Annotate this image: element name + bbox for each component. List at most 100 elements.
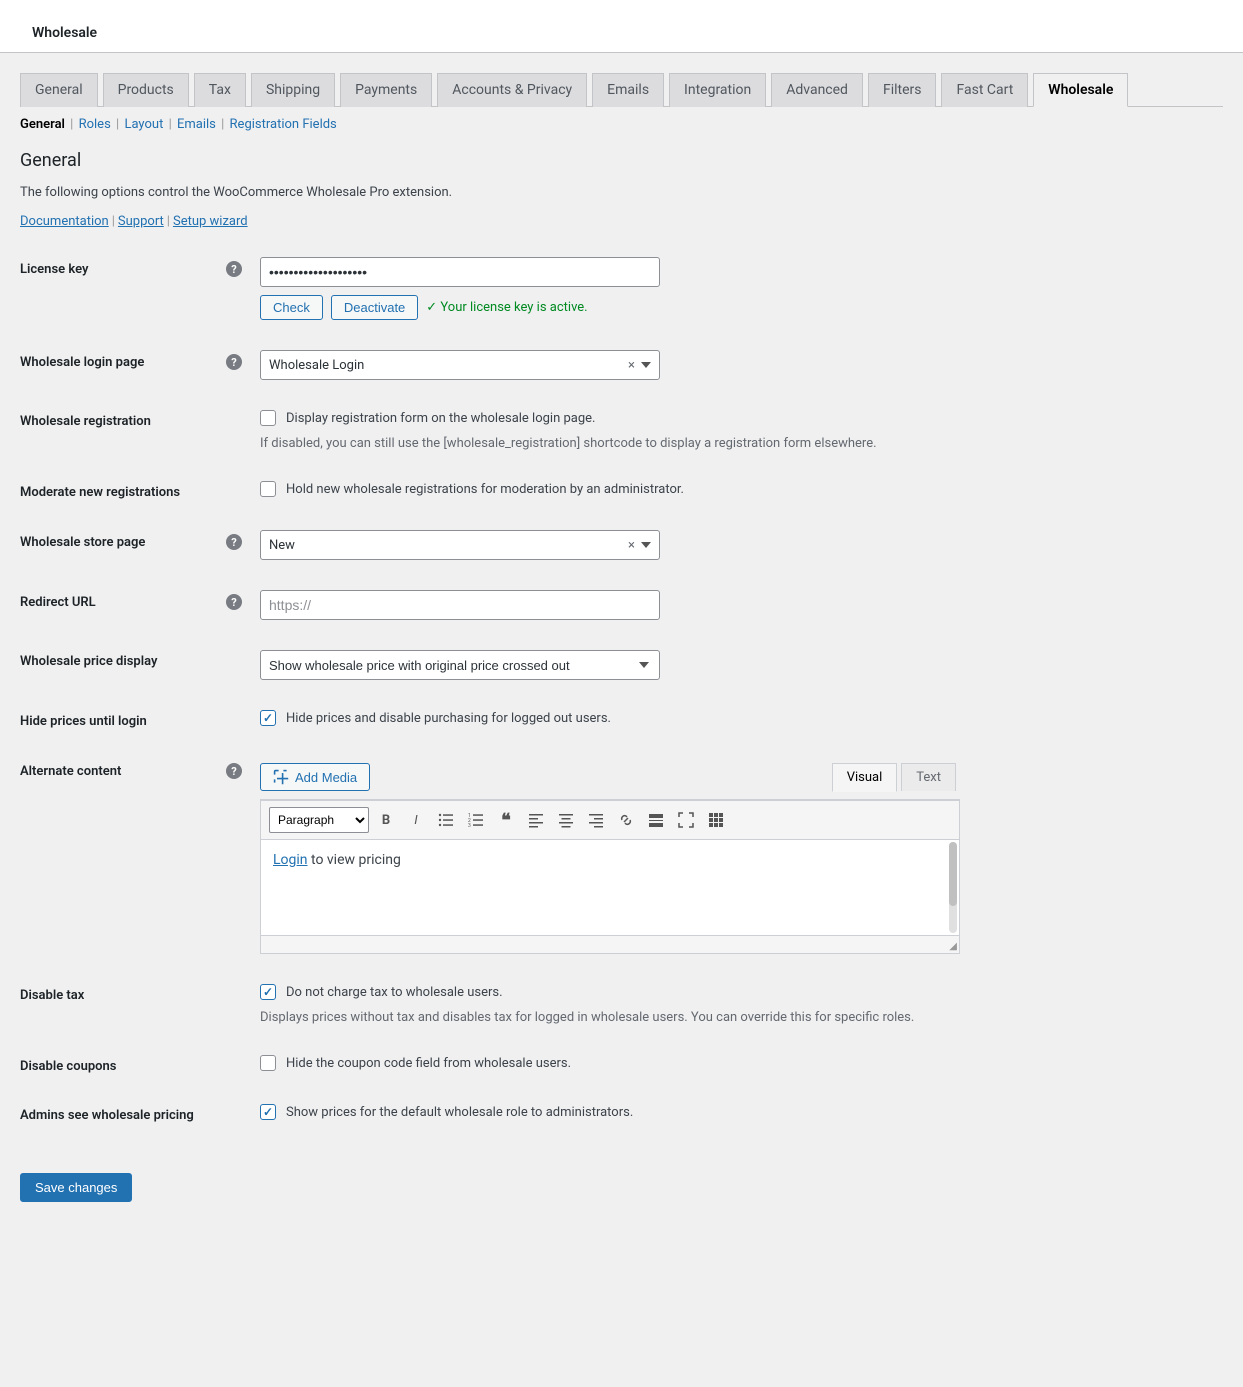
row-disable-coupons: Disable coupons Hide the coupon code fie… (20, 1055, 1223, 1074)
label-registration: Wholesale registration (20, 414, 151, 429)
select-price-display[interactable]: Show wholesale price with original price… (260, 650, 660, 680)
save-button[interactable]: Save changes (20, 1173, 132, 1202)
link-setup-wizard[interactable]: Setup wizard (173, 214, 248, 229)
resize-handle-icon[interactable]: ◢ (949, 942, 957, 952)
link-support[interactable]: Support (118, 214, 164, 229)
label-store-page: Wholesale store page (20, 535, 145, 550)
rich-text-editor: Paragraph B I 123 ❝ Login to view pricin… (260, 799, 960, 954)
italic-icon[interactable]: I (403, 807, 429, 833)
align-right-icon[interactable] (583, 807, 609, 833)
editor-footer: ◢ (261, 935, 959, 953)
input-license-key[interactable] (260, 257, 660, 287)
checkbox-moderate[interactable] (260, 481, 276, 497)
select-store-page[interactable]: New × (260, 530, 660, 560)
row-disable-tax: Disable tax Do not charge tax to wholesa… (20, 984, 1223, 1025)
checkbox-admins-see-label: Show prices for the default wholesale ro… (286, 1105, 633, 1120)
select-login-page[interactable]: Wholesale Login × (260, 350, 660, 380)
checkbox-registration[interactable] (260, 410, 276, 426)
page-title: Wholesale (32, 25, 1211, 41)
label-redirect-url: Redirect URL (20, 595, 96, 610)
tab-filters[interactable]: Filters (868, 73, 937, 107)
subnav-roles[interactable]: Roles (79, 117, 111, 132)
checkbox-disable-tax[interactable] (260, 984, 276, 1000)
editor-tab-text[interactable]: Text (901, 763, 956, 791)
align-center-icon[interactable] (553, 807, 579, 833)
clear-icon[interactable]: × (628, 538, 635, 553)
scrollbar[interactable] (949, 842, 957, 933)
button-deactivate[interactable]: Deactivate (331, 295, 418, 320)
label-hide-prices: Hide prices until login (20, 714, 147, 729)
add-media-label: Add Media (295, 770, 357, 785)
editor-content[interactable]: Login to view pricing (261, 840, 959, 935)
help-icon[interactable]: ? (226, 354, 242, 370)
chevron-down-icon (641, 362, 651, 368)
tab-accounts-privacy[interactable]: Accounts & Privacy (437, 73, 587, 107)
bold-icon[interactable]: B (373, 807, 399, 833)
row-login-page: Wholesale login page ? Wholesale Login × (20, 350, 1223, 380)
input-redirect-url[interactable] (260, 590, 660, 620)
label-login-page: Wholesale login page (20, 355, 144, 370)
editor-toolbar: Paragraph B I 123 ❝ (261, 800, 959, 840)
subnav-registration-fields[interactable]: Registration Fields (230, 117, 337, 132)
tab-products[interactable]: Products (103, 73, 189, 107)
subnav-emails[interactable]: Emails (177, 117, 216, 132)
checkbox-disable-coupons[interactable] (260, 1055, 276, 1071)
label-moderate: Moderate new registrations (20, 485, 180, 500)
page-header: Wholesale (0, 0, 1243, 53)
checkbox-hide-prices[interactable] (260, 710, 276, 726)
help-icon[interactable]: ? (226, 763, 242, 779)
select-login-page-value: Wholesale Login (269, 358, 364, 373)
label-disable-tax: Disable tax (20, 988, 84, 1003)
tab-advanced[interactable]: Advanced (771, 73, 863, 107)
quote-icon[interactable]: ❝ (493, 807, 519, 833)
sub-nav: General | Roles | Layout | Emails | Regi… (20, 117, 1223, 132)
row-registration: Wholesale registration Display registrat… (20, 410, 1223, 451)
button-add-media[interactable]: Add Media (260, 763, 370, 791)
help-icon[interactable]: ? (226, 261, 242, 277)
help-disable-tax: Displays prices without tax and disables… (260, 1010, 960, 1025)
select-paragraph[interactable]: Paragraph (269, 807, 369, 833)
row-redirect-url: Redirect URL ? (20, 590, 1223, 620)
bullet-list-icon[interactable] (433, 807, 459, 833)
editor-tab-visual[interactable]: Visual (832, 763, 898, 792)
row-alternate-content: Alternate content ? Add Media Visual Tex… (20, 759, 1223, 954)
toolbar-toggle-icon[interactable] (703, 807, 729, 833)
align-left-icon[interactable] (523, 807, 549, 833)
button-check[interactable]: Check (260, 295, 323, 320)
subnav-general[interactable]: General (20, 117, 65, 132)
label-price-display: Wholesale price display (20, 654, 157, 669)
checkbox-hide-prices-label: Hide prices and disable purchasing for l… (286, 711, 611, 726)
label-license-key: License key (20, 262, 88, 277)
checkbox-disable-tax-label: Do not charge tax to wholesale users. (286, 985, 503, 1000)
clear-icon[interactable]: × (628, 358, 635, 373)
row-admins-see: Admins see wholesale pricing Show prices… (20, 1104, 1223, 1123)
help-icon[interactable]: ? (226, 534, 242, 550)
checkbox-admins-see[interactable] (260, 1104, 276, 1120)
license-status: ✓ Your license key is active. (426, 300, 587, 315)
section-intro: The following options control the WooCom… (20, 185, 1223, 200)
help-icon[interactable]: ? (226, 594, 242, 610)
label-admins-see: Admins see wholesale pricing (20, 1108, 194, 1123)
tab-shipping[interactable]: Shipping (251, 73, 335, 107)
tab-wholesale[interactable]: Wholesale (1033, 73, 1128, 107)
select-store-page-value: New (269, 538, 295, 553)
tab-payments[interactable]: Payments (340, 73, 432, 107)
tab-fast-cart[interactable]: Fast Cart (941, 73, 1028, 107)
svg-text:3: 3 (468, 823, 471, 828)
link-documentation[interactable]: Documentation (20, 214, 109, 229)
nav-tabs: General Products Tax Shipping Payments A… (20, 73, 1223, 107)
tab-integration[interactable]: Integration (669, 73, 766, 107)
tab-general[interactable]: General (20, 73, 98, 107)
tab-emails[interactable]: Emails (592, 73, 664, 107)
chevron-down-icon (641, 542, 651, 548)
row-license-key: License key ? Check Deactivate ✓ Your li… (20, 257, 1223, 320)
numbered-list-icon[interactable]: 123 (463, 807, 489, 833)
link-icon[interactable] (613, 807, 639, 833)
read-more-icon[interactable] (643, 807, 669, 833)
fullscreen-icon[interactable] (673, 807, 699, 833)
subnav-layout[interactable]: Layout (124, 117, 163, 132)
label-alternate-content: Alternate content (20, 764, 121, 779)
tab-tax[interactable]: Tax (194, 73, 246, 107)
section-title: General (20, 150, 1223, 171)
checkbox-registration-label: Display registration form on the wholesa… (286, 411, 595, 426)
